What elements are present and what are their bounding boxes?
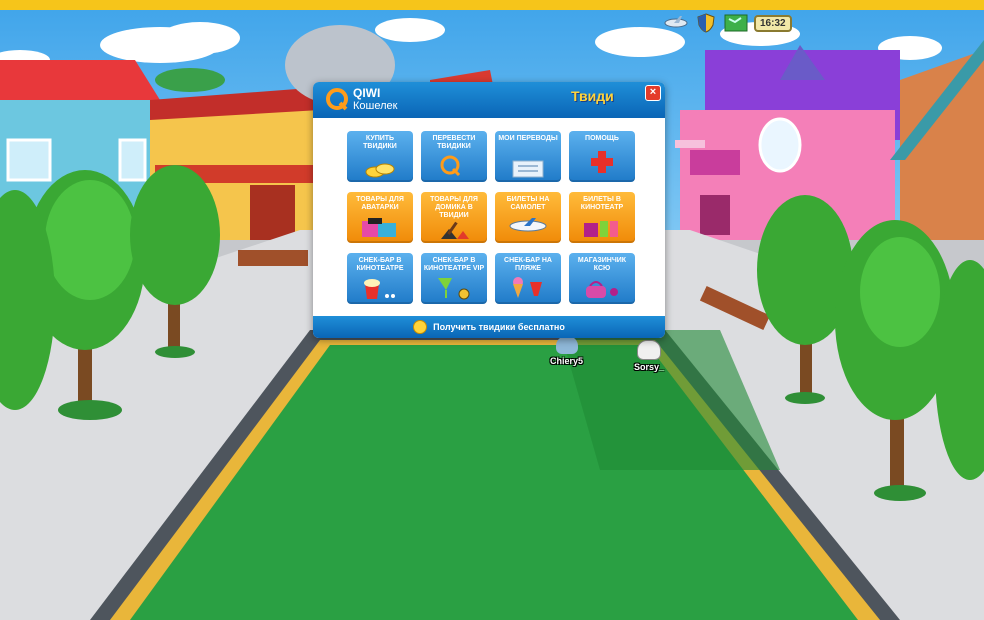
- guitar-icon: [441, 221, 469, 239]
- tile-label: Билеты на самолет: [506, 196, 550, 211]
- tile-label: Товары для аватарки: [356, 196, 404, 211]
- brand-name: QIWI: [353, 86, 381, 100]
- ticket-icon: [584, 221, 618, 237]
- airplane-icon: [509, 218, 547, 232]
- shield-icon[interactable]: [694, 12, 718, 34]
- house-goods-tile[interactable]: Товары для домика в Твидии: [421, 192, 487, 243]
- tile-label: Помощь: [585, 135, 619, 142]
- handbag-icon: [586, 281, 618, 298]
- avatar: [637, 340, 662, 360]
- footer-label: Получить твидики бесплатно: [433, 322, 565, 332]
- tile-label: Купить твидики: [363, 135, 397, 150]
- game-logo: Твиди: [571, 88, 614, 104]
- tile-label: Билеты в кинотеатр: [580, 196, 624, 211]
- tile-label: Снек-бар на пляже: [504, 257, 552, 272]
- tile-label: Товары для домика в Твидии: [430, 196, 478, 219]
- cinema-tickets-tile[interactable]: Билеты в кинотеатр: [569, 192, 635, 243]
- beach-snackbar-tile[interactable]: Снек-бар на пляже: [495, 253, 561, 304]
- menu-grid: Купить твидики Перевести твидики Мои пер…: [347, 131, 635, 304]
- popcorn-icon: [364, 279, 395, 299]
- close-button[interactable]: ×: [645, 85, 661, 101]
- brand-subtitle: Кошелек: [353, 100, 398, 112]
- dialog-header: QIWI Кошелек Твиди ×: [313, 82, 665, 118]
- top-bar: [0, 0, 984, 10]
- tile-label: Мои переводы: [498, 135, 558, 142]
- hud-toolbar: 16:32: [664, 12, 792, 34]
- qiwi-logo-icon: [326, 88, 348, 111]
- tile-label: Магазинчик Ксю: [577, 257, 627, 272]
- vip-snackbar-tile[interactable]: Снек-бар в кинотеатре VIP: [421, 253, 487, 304]
- tile-label: Снек-бар в кинотеатре VIP: [423, 257, 485, 272]
- cinema-snackbar-tile[interactable]: Снек-бар в кинотеатре: [347, 253, 413, 304]
- clothes-icon: [362, 218, 396, 237]
- cocktail-icon: [438, 278, 470, 300]
- document-icon: [512, 160, 544, 178]
- red-cross-icon: [591, 151, 613, 173]
- qiwi-transfer-icon: [440, 155, 461, 177]
- tile-label: Снек-бар в кинотеатре: [356, 257, 404, 272]
- player-avatar[interactable]: Chiery5: [550, 336, 583, 366]
- ice-cream-icon: [513, 277, 542, 298]
- transfer-tvidiki-tile[interactable]: Перевести твидики: [421, 131, 487, 182]
- map-icon[interactable]: [724, 12, 748, 34]
- clock: 16:32: [754, 14, 792, 32]
- my-transfers-tile[interactable]: Мои переводы: [495, 131, 561, 182]
- plane-icon[interactable]: [664, 12, 688, 34]
- plane-tickets-tile[interactable]: Билеты на самолет: [495, 192, 561, 243]
- ksu-shop-tile[interactable]: Магазинчик Ксю: [569, 253, 635, 304]
- brand-title: QIWI Кошелек: [353, 87, 397, 113]
- coins-icon: [365, 163, 395, 178]
- coin-icon: [413, 320, 428, 334]
- buy-tvidiki-tile[interactable]: Купить твидики: [347, 131, 413, 182]
- avatar: [555, 336, 578, 354]
- avatar-goods-tile[interactable]: Товары для аватарки: [347, 192, 413, 243]
- free-tvidiki-link[interactable]: Получить твидики бесплатно: [313, 316, 665, 338]
- player-name: Sorsy_: [634, 362, 665, 372]
- qiwi-wallet-dialog: QIWI Кошелек Твиди × Купить твидики Пере…: [313, 82, 665, 338]
- tile-label: Перевести твидики: [432, 135, 476, 150]
- player-avatar[interactable]: Sorsy_: [634, 340, 664, 372]
- help-tile[interactable]: Помощь: [569, 131, 635, 182]
- player-name: Chiery5: [550, 356, 584, 366]
